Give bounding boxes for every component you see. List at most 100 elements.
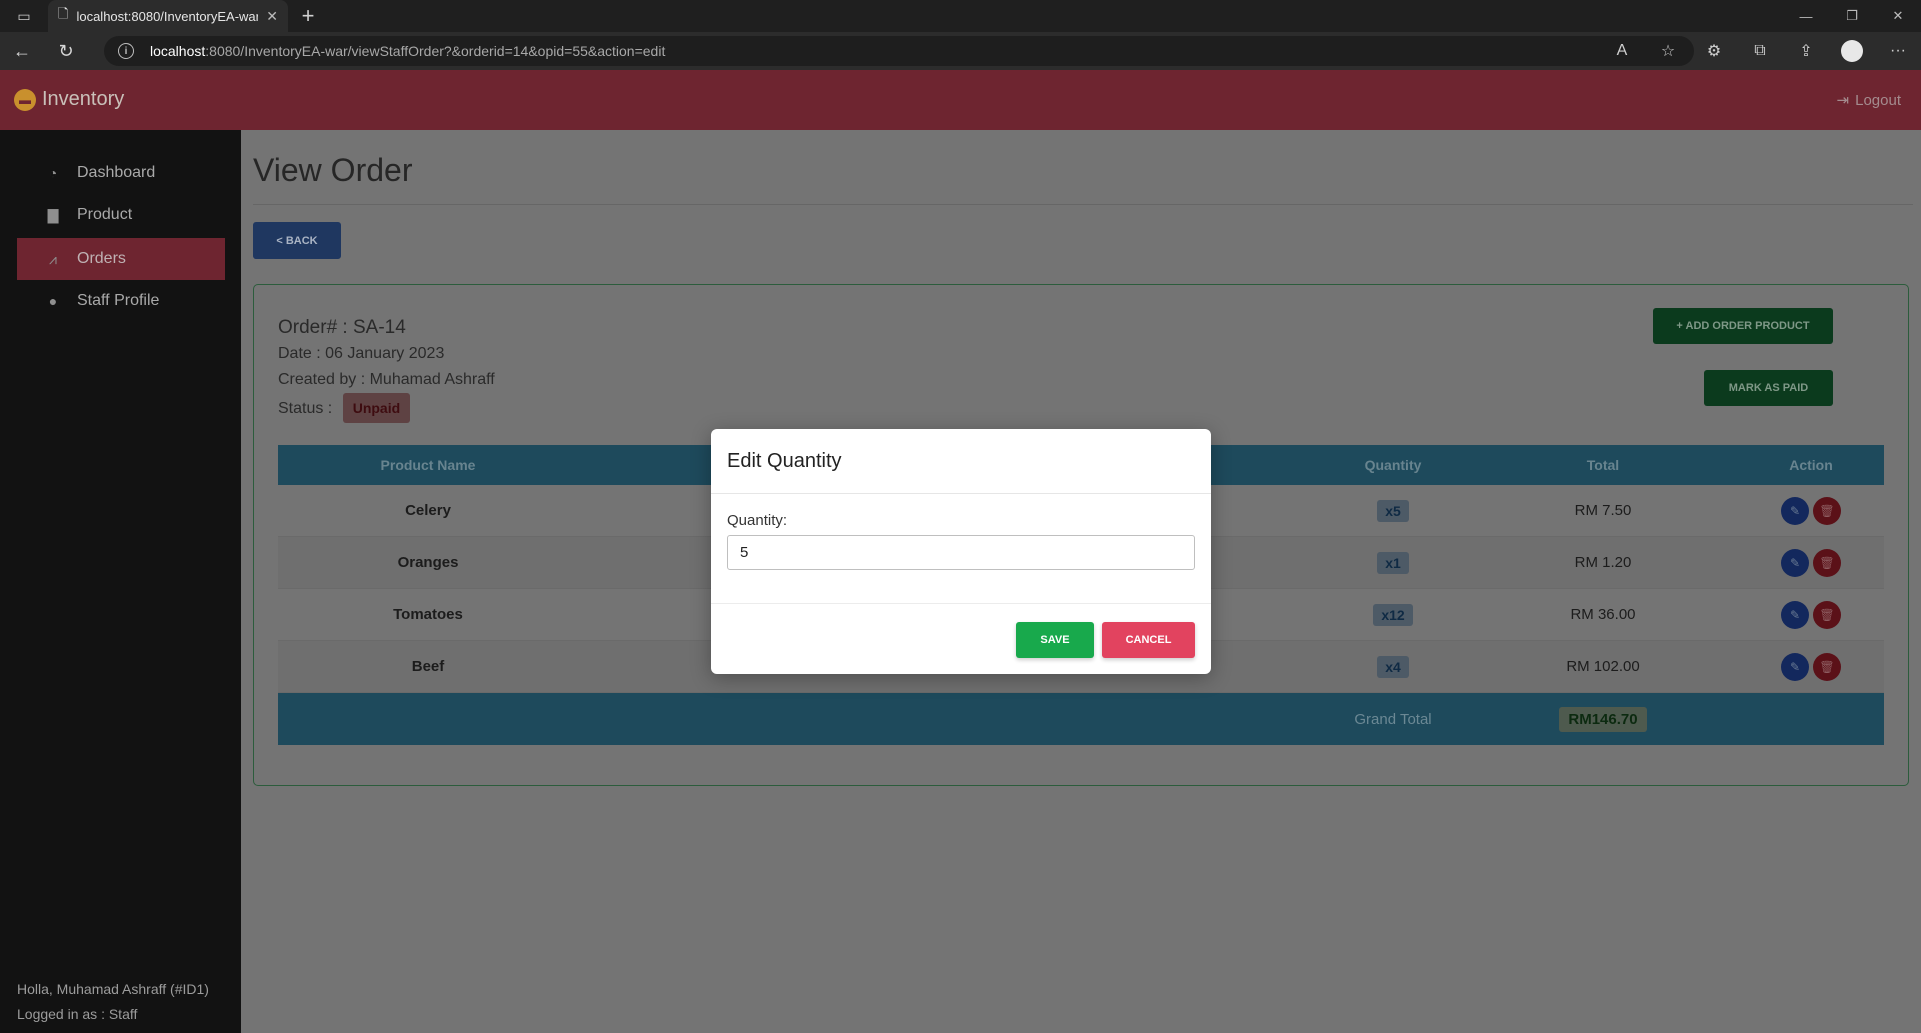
brand[interactable]: ▬ Inventory <box>14 88 124 111</box>
quantity-badge: x1 <box>1377 551 1409 574</box>
order-status: Status : Unpaid <box>278 393 495 423</box>
edit-icon[interactable]: ✎ <box>1781 496 1809 525</box>
sidebar-item-label: Dashboard <box>77 164 156 181</box>
empty-cell <box>918 693 1318 745</box>
quantity-cell: x12 <box>1318 589 1468 640</box>
column-header: Quantity <box>1364 457 1422 473</box>
url-path: :8080/InventoryEA-war/viewStaffOrder?&or… <box>205 43 666 59</box>
user-greeting: Holla, Muhamad Ashraff (#ID1) <box>17 981 209 997</box>
add-order-product-button[interactable]: + ADD ORDER PRODUCT <box>1653 308 1833 344</box>
modal-body: Quantity: <box>711 494 1211 604</box>
chart-icon: ⩘ <box>49 250 57 267</box>
extensions-icon[interactable]: ⚙ <box>1691 32 1737 70</box>
grand-total-cell: RM146.70 <box>1468 693 1738 745</box>
app-header: ▬ Inventory ⇥ Logout <box>0 70 1921 130</box>
minimize-icon[interactable]: — <box>1783 0 1829 32</box>
user-role: Logged in as : Staff <box>17 1006 138 1022</box>
window-controls: — ❐ ✕ <box>1783 0 1921 32</box>
close-window-icon[interactable]: ✕ <box>1875 0 1921 32</box>
site-info-icon[interactable]: i <box>118 43 134 59</box>
new-tab-icon[interactable]: + <box>288 0 328 32</box>
quantity-input[interactable] <box>727 535 1195 570</box>
sidebar-footer: Holla, Muhamad Ashraff (#ID1) Logged in … <box>17 977 209 1027</box>
grand-total-badge: RM146.70 <box>1559 706 1647 732</box>
cancel-button[interactable]: CANCEL <box>1102 622 1195 658</box>
dashboard-icon: ◔ <box>48 165 58 181</box>
brand-name: Inventory <box>42 88 125 110</box>
collections-icon[interactable]: ⧉ <box>1737 32 1783 70</box>
grand-total-label: Grand Total <box>1354 710 1432 728</box>
sidebar-item-label: Orders <box>77 250 126 267</box>
order-created-by: Created by : Muhamad Ashraff <box>278 371 495 388</box>
table-footer: Grand Total RM146.70 <box>278 693 1884 745</box>
column-header: Product Name <box>380 457 476 473</box>
logout-icon: ⇥ <box>1836 92 1850 109</box>
save-button[interactable]: SAVE <box>1016 622 1094 658</box>
trash-icon[interactable]: 🗑 <box>1813 652 1841 681</box>
sidebar-item-staff-profile[interactable]: ● Staff Profile <box>17 280 225 322</box>
modal-footer: SAVE CANCEL <box>1016 622 1195 658</box>
back-button[interactable]: < BACK <box>253 222 341 259</box>
quantity-badge: x5 <box>1377 499 1409 522</box>
inventory-logo-icon: ▬ <box>14 88 36 111</box>
order-details: Order# : SA-14 Date : 06 January 2023 Cr… <box>278 315 495 423</box>
sidebar-item-dashboard[interactable]: ◔ Dashboard <box>17 152 225 194</box>
share-icon[interactable]: ⇪ <box>1783 32 1829 70</box>
address-bar[interactable]: i localhost:8080/InventoryEA-war/viewSta… <box>104 36 1694 66</box>
modal-title: Edit Quantity <box>711 429 1211 494</box>
product-name: Oranges <box>397 554 459 571</box>
order-date: Date : 06 January 2023 <box>278 345 445 362</box>
quantity-label: Quantity: <box>727 512 788 529</box>
action-cell: ✎ 🗑 <box>1738 485 1884 536</box>
column-header: Total <box>1586 457 1620 473</box>
favorite-icon[interactable]: ☆ <box>1645 32 1691 70</box>
action-cell: ✎ 🗑 <box>1738 589 1884 640</box>
profile-avatar[interactable] <box>1841 40 1863 62</box>
more-icon[interactable]: ··· <box>1875 32 1921 70</box>
edit-icon[interactable]: ✎ <box>1781 652 1809 681</box>
total-cell: RM 102.00 <box>1566 658 1640 675</box>
read-aloud-icon[interactable]: A <box>1599 32 1645 70</box>
back-arrow-icon[interactable]: ← <box>0 32 44 70</box>
product-name: Tomatoes <box>393 606 463 623</box>
trash-icon[interactable]: 🗑 <box>1813 548 1841 577</box>
trash-icon[interactable]: 🗑 <box>1813 600 1841 629</box>
sidebar-item-product[interactable]: ▇ Product <box>17 194 225 236</box>
browser-toolbar: ← ↻ i localhost:8080/InventoryEA-war/vie… <box>0 32 1921 70</box>
page-title: View Order <box>253 152 413 188</box>
quantity-cell: x4 <box>1318 641 1468 692</box>
sidebar-item-orders[interactable]: ⩘ Orders <box>17 238 225 280</box>
edit-icon[interactable]: ✎ <box>1781 548 1809 577</box>
trash-icon[interactable]: 🗑 <box>1813 496 1841 525</box>
browser-tab-bar: ▭ 🗋 localhost:8080/InventoryEA-war/ ✕ + … <box>0 0 1921 32</box>
tab-actions-icon[interactable]: ▭ <box>0 0 48 32</box>
user-icon: ● <box>48 293 58 309</box>
title-divider <box>253 204 1913 205</box>
quantity-badge: x12 <box>1373 603 1413 626</box>
status-label: Status : <box>278 400 333 417</box>
mark-as-paid-button[interactable]: MARK AS PAID <box>1704 370 1833 406</box>
product-name: Celery <box>405 502 451 519</box>
logout-link[interactable]: ⇥ Logout <box>1836 91 1901 110</box>
browser-actions: A ☆ ⚙ ⧉ ⇪ ··· <box>1599 32 1921 70</box>
close-tab-icon[interactable]: ✕ <box>266 8 278 25</box>
edit-icon[interactable]: ✎ <box>1781 600 1809 629</box>
empty-cell <box>578 693 918 745</box>
quantity-cell: x5 <box>1318 485 1468 536</box>
page-icon: 🗋 <box>58 6 69 21</box>
edit-quantity-modal: Edit Quantity Quantity: SAVE CANCEL <box>711 429 1211 674</box>
quantity-badge: x4 <box>1377 655 1409 678</box>
total-cell: RM 36.00 <box>1570 606 1636 623</box>
browser-tab[interactable]: 🗋 localhost:8080/InventoryEA-war/ ✕ <box>48 0 288 32</box>
restore-icon[interactable]: ❐ <box>1829 0 1875 32</box>
order-number: Order# : SA-14 <box>278 317 406 338</box>
box-icon: ▇ <box>47 206 59 223</box>
logout-label: Logout <box>1855 91 1901 109</box>
tab-title: localhost:8080/InventoryEA-war/ <box>76 8 259 24</box>
refresh-icon[interactable]: ↻ <box>44 32 88 70</box>
sidebar-item-label: Staff Profile <box>77 292 160 309</box>
action-cell: ✎ 🗑 <box>1738 641 1884 692</box>
sidebar: ◔ Dashboard ▇ Product ⩘ Orders ● Staff P… <box>0 130 241 1033</box>
status-badge: Unpaid <box>342 393 411 423</box>
quantity-cell: x1 <box>1318 537 1468 588</box>
